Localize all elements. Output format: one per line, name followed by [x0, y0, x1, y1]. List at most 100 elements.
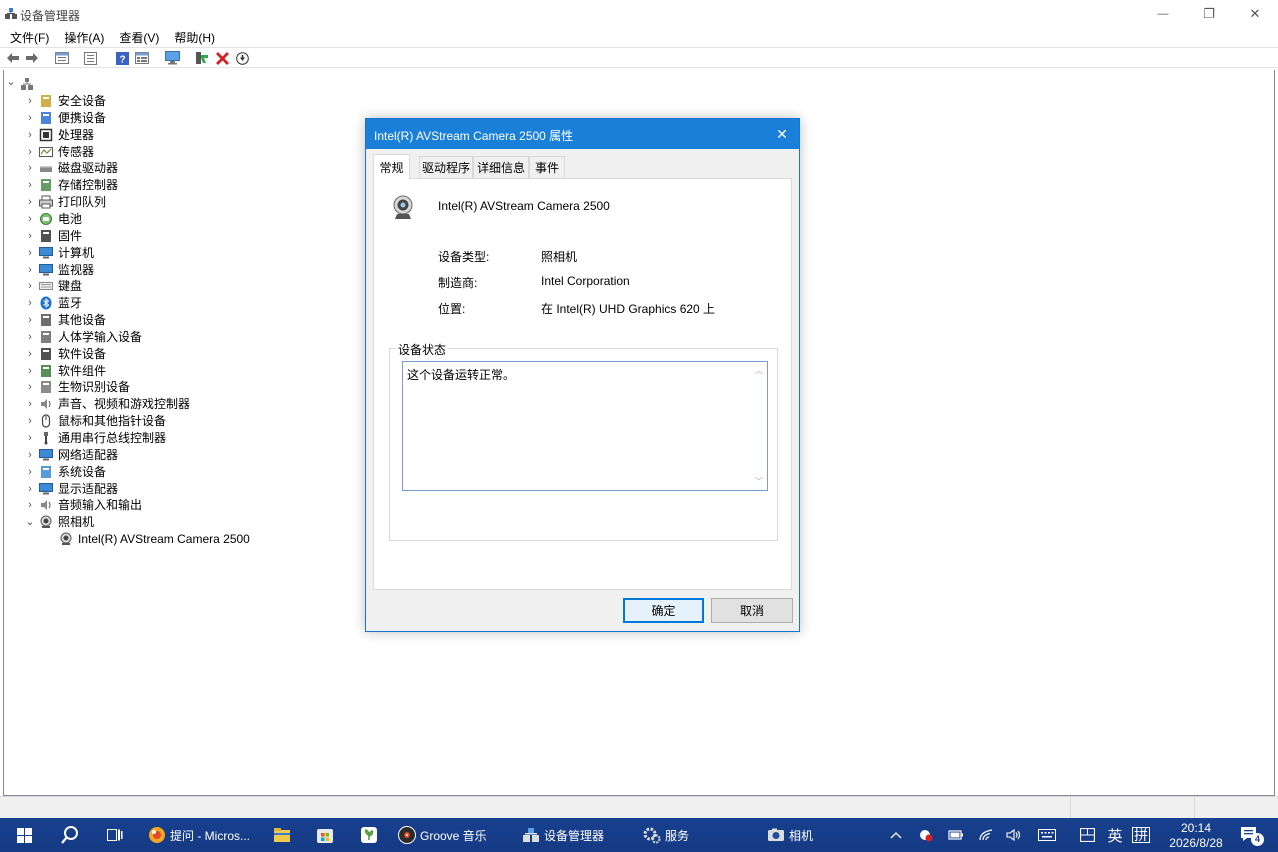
properties-button[interactable] [54, 50, 70, 66]
chevron-right-icon[interactable]: › [25, 429, 35, 446]
scroll-down-icon[interactable]: ﹀ [754, 477, 764, 487]
chevron-right-icon[interactable]: › [25, 244, 35, 261]
taskbar-item-services[interactable]: 服务 [643, 818, 689, 852]
menu-view[interactable]: 查看(V) [109, 28, 164, 46]
tray-battery[interactable] [946, 818, 966, 852]
chevron-right-icon[interactable]: › [25, 345, 35, 362]
dialog-title-bar[interactable]: Intel(R) AVStream Camera 2500 属性 ✕ [366, 119, 799, 149]
taskbar-item-app[interactable] [360, 818, 382, 852]
search-button[interactable] [58, 818, 82, 852]
tree-category[interactable]: › 计算机 [25, 244, 94, 261]
chevron-right-icon[interactable]: › [25, 277, 35, 294]
back-button[interactable] [5, 50, 21, 66]
tab-events[interactable]: 事件 [529, 156, 565, 178]
update-driver-button[interactable] [194, 50, 210, 66]
tray-antivirus[interactable] [916, 818, 936, 852]
chevron-right-icon[interactable]: › [25, 159, 35, 176]
taskbar-item-device-manager[interactable]: 设备管理器 [522, 818, 604, 852]
minimize-button[interactable]: — [1140, 0, 1186, 28]
chevron-right-icon[interactable]: › [25, 227, 35, 244]
tray-touch-keyboard[interactable] [1036, 818, 1058, 852]
tree-category[interactable]: › 音频输入和输出 [25, 496, 142, 513]
tree-category[interactable]: › 显示适配器 [25, 480, 118, 497]
tree-category[interactable]: › 软件设备 [25, 345, 106, 362]
tree-category[interactable]: › 键盘 [25, 277, 82, 294]
chevron-right-icon[interactable]: › [25, 480, 35, 497]
cancel-button[interactable]: 取消 [711, 598, 793, 623]
close-button[interactable]: ✕ [1232, 0, 1278, 28]
tree-category[interactable]: › 通用串行总线控制器 [25, 429, 166, 446]
start-button[interactable] [12, 818, 36, 852]
device-status-textbox[interactable]: 这个设备运转正常。 ︿ ﹀ [402, 361, 768, 491]
tree-category[interactable]: › 生物识别设备 [25, 378, 130, 395]
help-button[interactable]: ? [114, 50, 130, 66]
view-list-button[interactable] [134, 50, 150, 66]
chevron-right-icon[interactable]: › [25, 261, 35, 278]
chevron-right-icon[interactable]: › [25, 109, 35, 126]
scan-hardware-button[interactable] [164, 50, 180, 66]
chevron-right-icon[interactable]: › [25, 92, 35, 109]
chevron-right-icon[interactable]: › [25, 328, 35, 345]
taskbar-item-store[interactable] [316, 818, 338, 852]
tree-category[interactable]: › 监视器 [25, 261, 94, 278]
tray-ime-language[interactable]: 英 [1104, 818, 1126, 852]
tree-category[interactable]: › 软件组件 [25, 362, 106, 379]
tree-category[interactable]: › 便携设备 [25, 109, 106, 126]
tree-category[interactable]: › 蓝牙 [25, 294, 82, 311]
tray-ime-toggle[interactable] [1076, 818, 1098, 852]
chevron-right-icon[interactable]: › [25, 176, 35, 193]
tree-root[interactable]: ⌄ [6, 75, 39, 92]
chevron-right-icon[interactable]: › [25, 378, 35, 395]
taskbar-item-file-explorer[interactable] [273, 818, 295, 852]
scroll-up-icon[interactable]: ︿ [754, 366, 764, 376]
task-view-button[interactable] [103, 818, 127, 852]
chevron-right-icon[interactable]: › [25, 294, 35, 311]
taskbar-item-camera[interactable]: 相机 [767, 818, 813, 852]
tree-category[interactable]: ⌄ 照相机 [25, 513, 94, 530]
tree-category[interactable]: › 传感器 [25, 143, 94, 160]
action-center-button[interactable]: 4 [1236, 818, 1264, 852]
tree-device-camera[interactable]: Intel(R) AVStream Camera 2500 [59, 530, 250, 547]
dialog-close-button[interactable]: ✕ [765, 119, 799, 149]
menu-action[interactable]: 操作(A) [54, 28, 109, 46]
tree-category[interactable]: › 鼠标和其他指针设备 [25, 412, 166, 429]
chevron-right-icon[interactable]: › [25, 193, 35, 210]
tray-ime-mode[interactable]: 拼 [1130, 818, 1152, 852]
tree-category[interactable]: › 存储控制器 [25, 176, 118, 193]
tab-general[interactable]: 常规 [373, 154, 410, 179]
menu-help[interactable]: 帮助(H) [164, 28, 220, 46]
chevron-right-icon[interactable]: › [25, 463, 35, 480]
tree-category[interactable]: › 磁盘驱动器 [25, 159, 118, 176]
taskbar-item-browser[interactable]: 提问 - Micros... [148, 818, 250, 852]
tab-details[interactable]: 详细信息 [473, 156, 529, 178]
chevron-right-icon[interactable]: › [25, 446, 35, 463]
ok-button[interactable]: 确定 [623, 598, 704, 623]
tree-category[interactable]: › 系统设备 [25, 463, 106, 480]
tree-category[interactable]: › 声音、视频和游戏控制器 [25, 395, 190, 412]
chevron-right-icon[interactable]: › [25, 143, 35, 160]
chevron-right-icon[interactable]: › [25, 412, 35, 429]
chevron-right-icon[interactable]: › [25, 362, 35, 379]
tray-wifi[interactable] [976, 818, 996, 852]
chevron-right-icon[interactable]: › [25, 311, 35, 328]
enable-device-button[interactable] [234, 50, 250, 66]
tree-category[interactable]: › 打印队列 [25, 193, 106, 210]
menu-file[interactable]: 文件(F) [0, 28, 54, 46]
chevron-right-icon[interactable]: › [25, 126, 35, 143]
tree-category[interactable]: › 电池 [25, 210, 82, 227]
tree-category[interactable]: › 处理器 [25, 126, 94, 143]
forward-button[interactable] [24, 50, 40, 66]
tree-category[interactable]: › 其他设备 [25, 311, 106, 328]
chevron-down-icon[interactable]: ⌄ [6, 73, 16, 90]
tree-category[interactable]: › 固件 [25, 227, 82, 244]
taskbar-item-groove[interactable]: Groove 音乐 [398, 818, 487, 852]
show-hidden-icons-button[interactable] [887, 818, 905, 852]
tray-clock[interactable]: 20:14 2026/8/28 [1164, 821, 1228, 851]
tree-category[interactable]: › 网络适配器 [25, 446, 118, 463]
chevron-right-icon[interactable]: › [25, 395, 35, 412]
restore-button[interactable]: ❐ [1186, 0, 1232, 28]
tab-driver[interactable]: 驱动程序 [419, 156, 473, 178]
chevron-right-icon[interactable]: › [25, 496, 35, 513]
uninstall-device-button[interactable] [214, 50, 230, 66]
chevron-right-icon[interactable]: › [25, 210, 35, 227]
